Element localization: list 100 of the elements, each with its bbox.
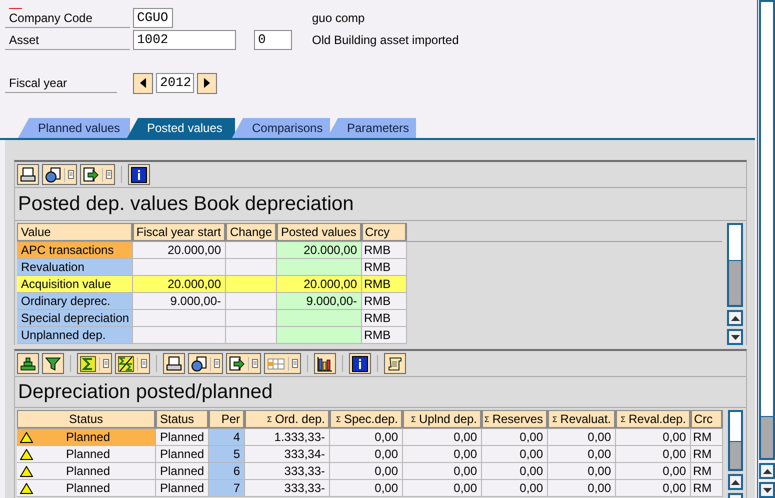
status-text: Planned <box>64 446 112 462</box>
table-cell <box>226 242 277 259</box>
section-title: Posted dep. values Book depreciation <box>15 188 746 221</box>
scroll-icon <box>387 356 403 372</box>
table-cell: RM <box>691 446 723 463</box>
table-cell: RMB <box>362 293 407 310</box>
subtotal-icon <box>118 356 134 372</box>
subtotal-button[interactable] <box>115 353 150 374</box>
tab[interactable]: Comparisons <box>232 118 330 138</box>
table-cell: RM <box>691 480 723 497</box>
table-cell: 0,00 <box>403 463 482 480</box>
layout-button[interactable] <box>264 353 301 374</box>
status-text: Planned <box>64 480 112 496</box>
table-cell: 0,00 <box>403 480 482 497</box>
triangle-up-icon <box>730 316 740 320</box>
table-cell <box>226 259 277 276</box>
sum-mark: Σ <box>484 414 490 424</box>
table-cell: 20.000,00 <box>277 276 362 293</box>
scrollbar-thumb[interactable] <box>728 441 743 471</box>
dropdown-icon <box>252 359 258 368</box>
required-marker <box>9 8 22 9</box>
column-header[interactable]: Revaluat. <box>560 412 611 426</box>
table-cell: 0,00 <box>548 463 616 480</box>
dropdown-icon <box>141 359 147 368</box>
table-cell: Special depreciation <box>17 310 133 327</box>
table-cell: 0,00 <box>482 429 548 446</box>
print-button[interactable] <box>17 164 39 185</box>
table-cell: RMB <box>362 327 407 344</box>
table-cell: RM <box>691 463 723 480</box>
scroll-up-button[interactable] <box>727 310 743 326</box>
table-cell: 0,00 <box>482 480 548 497</box>
table-cell: 9.000,00- <box>133 293 226 310</box>
print-button[interactable] <box>163 353 185 374</box>
printer-icon <box>166 356 182 372</box>
total-button[interactable] <box>77 353 112 374</box>
table-cell: Revaluation <box>17 259 133 276</box>
export-button[interactable] <box>226 353 261 374</box>
input-field[interactable]: 0 <box>254 30 292 50</box>
table-cell: 0,00 <box>616 463 691 480</box>
printer-icon <box>20 166 36 182</box>
table-cell: RMB <box>362 242 407 259</box>
info-icon <box>352 356 368 372</box>
table-cell: Unplanned dep. <box>17 327 133 344</box>
table-cell: 9.000,00- <box>277 293 362 310</box>
triangle-left-icon <box>140 78 146 88</box>
scroll-down-button[interactable] <box>759 482 775 498</box>
bar-chart-icon <box>317 356 333 372</box>
table-cell: 5 <box>209 446 245 463</box>
triangle-right-icon <box>204 78 210 88</box>
table-cell: 20.000,00 <box>133 242 226 259</box>
views-button[interactable] <box>42 164 77 185</box>
table-cell: 0,00 <box>548 480 616 497</box>
table-cell: 333,34- <box>245 446 330 463</box>
column-header[interactable]: Uplnd dep. <box>418 412 477 426</box>
sum-mark: Σ <box>411 414 416 424</box>
column-header[interactable]: Ord. dep. <box>274 412 325 426</box>
table-cell: Planned <box>156 463 209 480</box>
table-cell <box>226 293 277 310</box>
chart-button[interactable] <box>314 353 336 374</box>
column-header[interactable]: Reserves <box>492 412 543 426</box>
column-header[interactable]: Spec.dep. <box>344 412 398 426</box>
description-text: guo comp <box>312 11 365 25</box>
table-cell: 0,00 <box>482 463 548 480</box>
input-field[interactable]: 2012 <box>156 73 194 93</box>
tab[interactable]: Planned values <box>18 118 130 138</box>
tab[interactable]: Parameters <box>327 118 416 138</box>
next-year-button[interactable] <box>197 72 217 94</box>
scroll-up-button[interactable] <box>728 474 743 490</box>
table-cell: 1.333,33- <box>245 429 330 446</box>
scroll-up-button[interactable] <box>759 463 775 480</box>
table-cell: 333,33- <box>245 480 330 497</box>
column-header[interactable]: Status <box>68 412 104 426</box>
table-cell: 0,00 <box>482 446 548 463</box>
table-cell: Planned <box>156 429 209 446</box>
table-cell: RMB <box>362 259 407 276</box>
input-field[interactable]: CGUO <box>133 8 173 28</box>
scroll-down-button[interactable] <box>727 329 743 345</box>
field-label: Fiscal year <box>5 73 117 93</box>
table-cell: Planned <box>156 446 209 463</box>
document-button[interactable] <box>384 353 406 374</box>
column-header[interactable]: Reval.dep. <box>628 412 686 426</box>
table-cell: 0,00 <box>548 429 616 446</box>
export-document-icon <box>83 166 99 182</box>
description-text: Old Building asset imported <box>312 33 459 47</box>
views-button[interactable] <box>188 353 223 374</box>
input-field[interactable]: 1002 <box>133 30 236 50</box>
dropdown-icon <box>292 359 298 368</box>
scrollbar-thumb[interactable] <box>727 260 743 307</box>
info-button[interactable] <box>349 353 371 374</box>
scrollbar-thumb[interactable] <box>759 416 775 460</box>
status-text: Planned <box>64 429 112 445</box>
table-cell: 20.000,00 <box>277 242 362 259</box>
info-button[interactable] <box>128 164 150 185</box>
dropdown-icon <box>103 359 109 368</box>
previous-year-button[interactable] <box>133 72 153 94</box>
export-button[interactable] <box>80 164 115 185</box>
tab[interactable]: Posted values <box>127 118 235 138</box>
triangle-down-icon <box>762 488 772 493</box>
filter-button[interactable] <box>42 353 64 374</box>
sort-ascending-button[interactable] <box>17 353 39 374</box>
